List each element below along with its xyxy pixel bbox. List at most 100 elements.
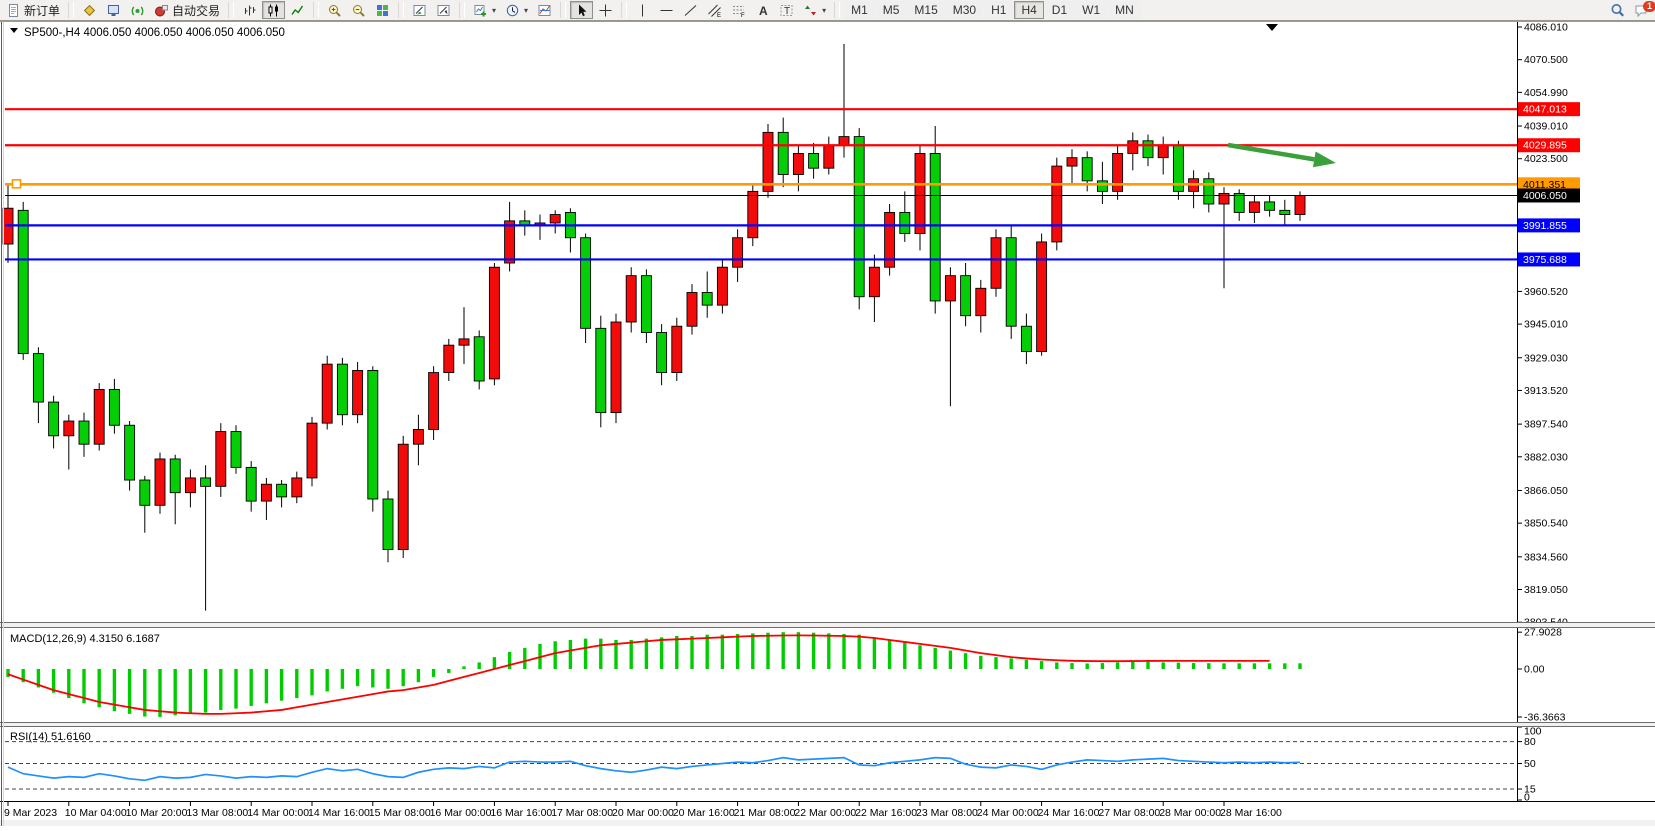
timeframe-w1-button[interactable]: W1 [1075,1,1107,19]
toolbar-separator [228,2,234,18]
timeframe-mn-button[interactable]: MN [1108,1,1141,19]
time-tick-label: 21 Mar 08:00 [734,807,796,819]
notification-badge: 1 [1643,1,1655,12]
new-order-button[interactable]: 新订单 [2,1,64,19]
signals-button[interactable] [126,1,149,19]
equidistant-channel-button[interactable]: E [703,1,726,19]
rsi-tick-label: 50 [1524,758,1536,770]
chart-window[interactable]: SP500-,H4 4006.050 4006.050 4006.050 400… [0,21,1655,826]
price-tick-label: 3929.030 [1524,352,1568,364]
crosshair-button[interactable] [594,1,617,19]
price-tick-label: 3866.050 [1524,485,1568,497]
shapes-icon [803,3,818,18]
search-button[interactable] [1606,1,1629,19]
price-tick-label: 3913.520 [1524,385,1568,397]
symbol-ohlc-header: SP500-,H4 4006.050 4006.050 4006.050 400… [24,27,285,39]
chevron-down-icon: ▾ [524,6,528,15]
price-chart-canvas[interactable]: SP500-,H4 4006.050 4006.050 4006.050 400… [0,21,1655,826]
timeframe-h4-button[interactable]: H4 [1014,1,1043,19]
text-button[interactable]: A [751,1,774,19]
autotrade-label: 自动交易 [172,2,220,19]
terminal-button[interactable] [102,1,125,19]
time-tick-label: 24 Mar 16:00 [1038,807,1100,819]
zoomin-icon [327,3,342,18]
toolbar-separator [459,2,465,18]
cursor-button[interactable] [570,1,593,19]
price-tick-label: 4070.500 [1524,54,1568,66]
macd-tick-label: -36.3663 [1524,712,1566,724]
hline-anchor-handle[interactable] [13,180,21,188]
time-tick-label: 23 Mar 08:00 [916,807,978,819]
svg-text:E: E [717,13,721,18]
svg-text:4029.895: 4029.895 [1523,140,1567,152]
autotrade-icon [154,3,169,18]
timeframe-d1-button[interactable]: D1 [1045,1,1074,19]
svg-text:4047.013: 4047.013 [1523,104,1567,116]
toolbar-separator [834,2,840,18]
time-tick-label: 24 Mar 00:00 [977,807,1039,819]
toolbar-separator [621,2,627,18]
price-tick-label: 3834.560 [1524,551,1568,563]
chevron-down-icon: ▾ [822,6,826,15]
terminal-icon [106,3,121,18]
time-tick-label: 27 Mar 08:00 [1098,807,1160,819]
vline-icon [635,3,650,18]
time-tick-label: 9 Mar 2023 [4,807,57,819]
bar-chart-button[interactable] [238,1,261,19]
doc-icon [6,3,21,18]
toolbar-separator [560,2,566,18]
new-order-label: 新订单 [24,2,60,19]
arrows-button[interactable]: ▾ [799,1,830,19]
profiles-button[interactable] [533,1,556,19]
time-tick-label: 17 Mar 08:00 [551,807,613,819]
timeframe-m5-button[interactable]: M5 [876,1,907,19]
time-tick-label: 28 Mar 16:00 [1220,807,1282,819]
svg-text:4006.050: 4006.050 [1523,190,1567,202]
new-chart-button[interactable]: ▾ [469,1,500,19]
fibo-icon: F [731,3,746,18]
tile-windows-button[interactable] [371,1,394,19]
timeframe-m1-button[interactable]: M1 [844,1,875,19]
time-tick-label: 15 Mar 08:00 [369,807,431,819]
candlestick-chart-button[interactable] [262,1,285,19]
time-tick-label: 20 Mar 00:00 [612,807,674,819]
signal-icon [130,3,145,18]
hline-icon [659,3,674,18]
zoom-in-button[interactable] [323,1,346,19]
fibonacci-button[interactable]: F [727,1,750,19]
macd-tick-label: 27.9028 [1524,627,1562,639]
timeframe-m30-button[interactable]: M30 [946,1,983,19]
text-label-button[interactable]: T [775,1,798,19]
textA-icon: A [755,3,770,18]
line-chart-button[interactable] [286,1,309,19]
price-tick-label: 3960.520 [1524,286,1568,298]
newchart-icon [473,3,488,18]
chart-shift-button[interactable] [432,1,455,19]
time-tick-label: 13 Mar 08:00 [186,807,248,819]
trendline-button[interactable] [679,1,702,19]
crosshair-icon [598,3,613,18]
charts-folder-button[interactable] [78,1,101,19]
time-tick-label: 20 Mar 16:00 [673,807,735,819]
toolbar-separator [398,2,404,18]
svg-text:T: T [784,6,790,17]
horizontal-line-button[interactable] [655,1,678,19]
time-tick-label: 14 Mar 16:00 [308,807,370,819]
time-tick-label: 10 Mar 20:00 [126,807,188,819]
linechart-icon [290,3,305,18]
svg-text:A: A [759,4,768,18]
cursor-icon [574,3,589,18]
time-tick-label: 16 Mar 16:00 [490,807,552,819]
notifications-button[interactable]: 1 [1630,1,1653,19]
gold-icon [82,3,97,18]
svg-text:F: F [741,13,745,18]
autotrade-button[interactable]: 自动交易 [150,1,224,19]
timeframe-m15-button[interactable]: M15 [907,1,944,19]
zoomout-icon [351,3,366,18]
toolbar-separator [313,2,319,18]
periods-button[interactable]: ▾ [501,1,532,19]
vertical-line-button[interactable] [631,1,654,19]
timeframe-h1-button[interactable]: H1 [984,1,1013,19]
zoom-out-button[interactable] [347,1,370,19]
auto-scroll-button[interactable] [408,1,431,19]
